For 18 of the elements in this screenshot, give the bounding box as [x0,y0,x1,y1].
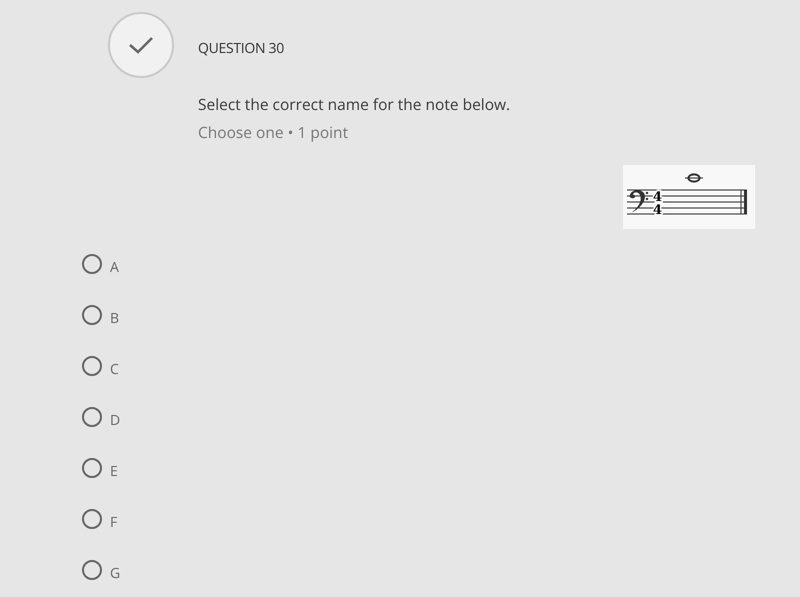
question-title: QUESTION 30 [198,38,285,59]
radio-button[interactable] [82,305,102,325]
option-label[interactable]: C [110,358,119,380]
option-label[interactable]: A [110,256,119,278]
radio-button[interactable] [82,254,102,274]
question-meta: Choose one • 1 point [198,121,350,144]
question-prompt: Select the correct name for the note below. [198,93,512,116]
radio-button[interactable] [82,407,102,427]
radio-button[interactable] [82,356,102,376]
option-label[interactable]: B [110,308,120,328]
option-label[interactable]: G [110,562,120,584]
radio-button[interactable] [82,509,102,529]
radio-button[interactable] [82,560,102,580]
option-label[interactable]: E [110,460,118,482]
option-label[interactable]: F [110,512,118,532]
whole-note-drawing [684,172,704,182]
option-label[interactable]: D [110,410,120,430]
radio-button[interactable] [82,458,102,478]
